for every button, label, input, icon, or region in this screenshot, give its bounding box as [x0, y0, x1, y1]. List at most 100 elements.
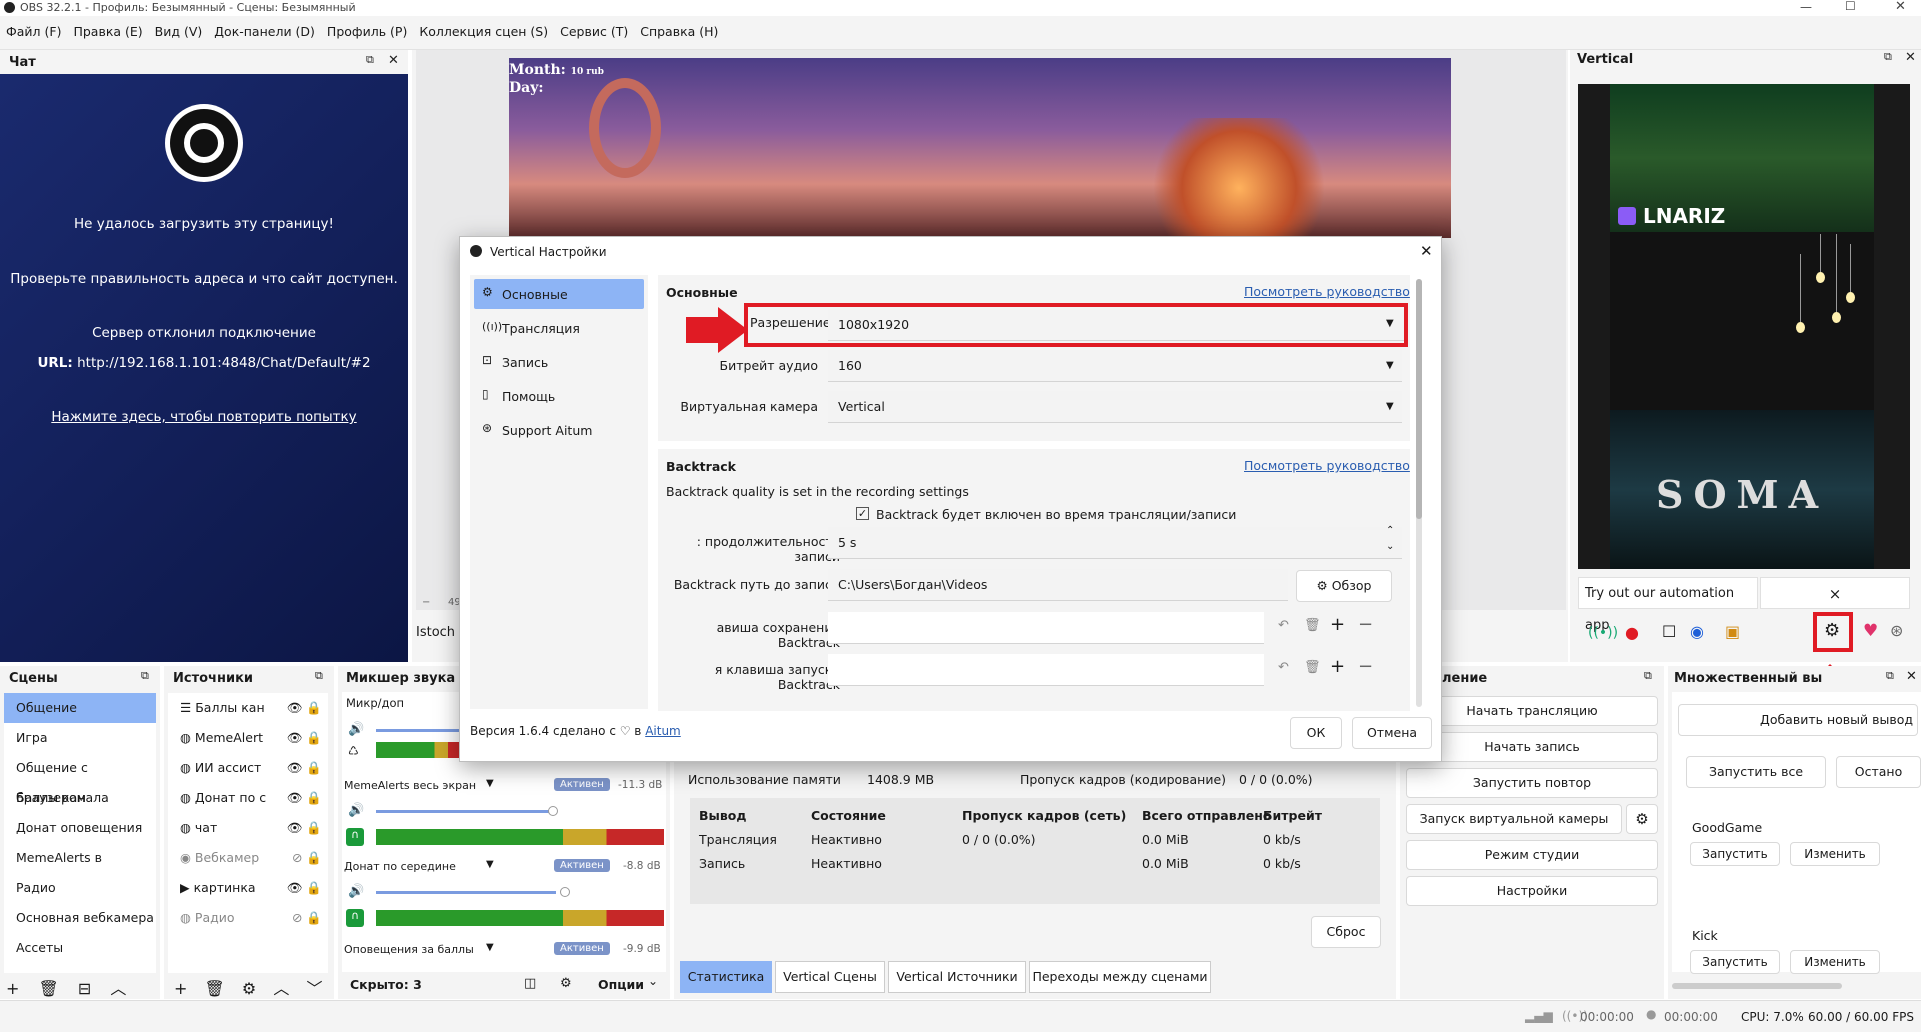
trash-icon[interactable]: 🗑 — [205, 979, 225, 998]
studio-mode-button[interactable]: Режим студии — [1406, 840, 1658, 870]
undock-icon[interactable]: ⧉ — [315, 669, 323, 683]
close-icon[interactable]: ✕ — [388, 53, 399, 68]
chevron-down-icon[interactable]: ⌄ — [648, 974, 658, 988]
nav-item-support[interactable]: ⊛ Support Aitum — [474, 415, 644, 445]
settings-button[interactable]: Настройки — [1406, 876, 1658, 906]
stop-all-button[interactable]: Остано — [1836, 756, 1921, 788]
retry-link[interactable]: Нажмите здесь, чтобы повторить попытку — [0, 409, 408, 425]
menu-scene-collection[interactable]: Коллекция сцен (S) — [413, 16, 554, 39]
eye-lock-icon[interactable]: 👁 🔒 — [287, 693, 322, 723]
stop-icon[interactable]: ☐ — [1662, 622, 1676, 641]
cancel-button[interactable]: Отмена — [1352, 717, 1432, 749]
chevron-down-icon[interactable]: ▼ — [1386, 318, 1394, 329]
maximize-icon[interactable]: ☐ — [1845, 0, 1856, 13]
undock-icon[interactable]: ⧉ — [1884, 50, 1892, 64]
chevron-down-icon[interactable]: ▼ — [486, 942, 494, 953]
remove-icon[interactable]: − — [1358, 614, 1373, 635]
volume-slider[interactable] — [376, 810, 556, 813]
menu-edit[interactable]: Правка (E) — [67, 16, 148, 39]
remove-icon[interactable]: − — [1358, 656, 1373, 677]
aitum-link[interactable]: Aitum — [645, 724, 681, 738]
scene-item[interactable]: Основная вебкамера — [4, 903, 156, 933]
start-record-button[interactable]: Начать запись — [1406, 732, 1658, 762]
service-start-button[interactable]: Запустить — [1690, 842, 1780, 866]
undo-icon[interactable]: ↶ — [1278, 618, 1289, 633]
menu-profile[interactable]: Профиль (P) — [321, 16, 413, 39]
guide-link[interactable]: Посмотреть руководство — [1244, 458, 1410, 473]
source-item[interactable]: ◍ ИИ ассист 👁 🔒 — [168, 753, 328, 783]
nav-item-help[interactable]: ▯ Помощь — [474, 381, 644, 411]
scene-item[interactable]: Общение — [4, 693, 156, 723]
headphones-icon[interactable]: ∩ — [346, 828, 364, 846]
chevron-down-icon[interactable]: ▼ — [1386, 401, 1394, 412]
source-item[interactable]: ◍ Донат по с 👁 🔒 — [168, 783, 328, 813]
add-icon[interactable]: + — [1330, 614, 1345, 635]
backtrack-checkbox[interactable]: ✓ — [856, 507, 869, 520]
chevron-down-icon[interactable]: ﹀ — [306, 979, 322, 998]
source-item[interactable]: ◍ чат 👁 🔒 — [168, 813, 328, 843]
eye-hidden-lock-icon[interactable]: ⊘ 🔒 — [292, 843, 322, 873]
scene-item[interactable]: Донат оповещения — [4, 813, 156, 843]
resolution-select[interactable]: 1080x1920 — [828, 309, 1404, 341]
save-hotkey-field[interactable] — [828, 612, 1264, 644]
scene-item[interactable]: Радио — [4, 873, 156, 903]
gear-icon[interactable]: ⚙ — [242, 979, 256, 998]
vcam-select[interactable]: Vertical — [828, 391, 1402, 423]
undo-icon[interactable]: ↶ — [1278, 660, 1289, 675]
vertical-preview[interactable]: LNARIZ SOMA — [1578, 84, 1910, 569]
scene-item[interactable]: Ассеты — [4, 933, 156, 963]
eye-hidden-lock-icon[interactable]: ⊘ 🔒 — [292, 903, 322, 933]
guide-link[interactable]: Посмотреть руководство — [1244, 284, 1410, 299]
add-icon[interactable]: + — [174, 979, 187, 998]
start-stream-button[interactable]: Начать трансляцию — [1406, 696, 1658, 726]
chevron-up-icon[interactable]: ︿ — [110, 979, 126, 998]
chevron-down-icon[interactable]: ▼ — [1386, 360, 1394, 371]
start-hotkey-field[interactable] — [828, 654, 1264, 686]
scene-item[interactable]: MemeAlerts в — [4, 843, 156, 873]
menu-tools[interactable]: Сервис (T) — [554, 16, 634, 39]
path-input[interactable]: C:\Users\Богдан\Videos — [828, 569, 1288, 601]
tab-transitions[interactable]: Переходы между сценами — [1029, 961, 1211, 993]
volume-knob[interactable] — [560, 887, 570, 897]
ad-banner[interactable]: Try out our automation app — [1578, 577, 1758, 633]
filter-icon[interactable]: ⊟ — [78, 979, 91, 998]
record-icon[interactable]: ● — [1625, 623, 1639, 642]
tab-statistics[interactable]: Статистика — [680, 961, 772, 993]
menu-docks[interactable]: Док-панели (D) — [208, 16, 321, 39]
undock-icon[interactable]: ⧉ — [1644, 669, 1652, 683]
eye-lock-icon[interactable]: 👁 🔒 — [287, 723, 322, 753]
scene-item[interactable]: Общение с браузером — [4, 753, 156, 805]
trash-icon[interactable]: 🗑 — [1304, 618, 1321, 633]
trash-icon[interactable]: 🗑 — [39, 979, 59, 998]
start-replay-button[interactable]: Запустить повтор — [1406, 768, 1658, 798]
mute-icon[interactable]: ♺ — [348, 744, 359, 758]
dialog-scrollbar[interactable] — [1416, 279, 1422, 707]
service-start-button[interactable]: Запустить — [1690, 950, 1780, 974]
source-item[interactable]: ◍ Радио ⊘ 🔒 — [168, 903, 328, 933]
tab-vertical-scenes[interactable]: Vertical Сцены — [775, 961, 885, 993]
ad-close-button[interactable]: × — [1760, 577, 1910, 609]
bitrate-select[interactable]: 160 — [828, 350, 1402, 382]
source-item[interactable]: ▶ картинка 👁 🔒 — [168, 873, 328, 903]
volume-icon[interactable]: 🔊 — [348, 803, 364, 818]
browse-button[interactable]: ⚙ Обзор — [1296, 570, 1392, 602]
chevron-down-icon[interactable]: ⌄ — [1386, 541, 1394, 552]
stream-icon[interactable]: ((•)) — [1588, 625, 1618, 641]
nav-item-record[interactable]: ⊡ Запись — [474, 347, 644, 377]
volume-slider[interactable] — [376, 729, 466, 732]
undock-icon[interactable]: ⧉ — [366, 53, 374, 67]
headphones-icon[interactable]: ∩ — [346, 909, 364, 927]
minimize-icon[interactable]: — — [1800, 0, 1812, 14]
layout-icon[interactable]: ◫ — [524, 976, 536, 991]
horizontal-scrollbar[interactable] — [1672, 983, 1842, 989]
eye-lock-icon[interactable]: 👁 🔒 — [287, 783, 322, 813]
source-item[interactable]: ◉ Вебкамер ⊘ 🔒 — [168, 843, 328, 873]
chevron-down-icon[interactable]: ▼ — [486, 778, 494, 789]
chevron-up-icon[interactable]: ⌃ — [1386, 525, 1394, 536]
aitum-icon[interactable]: ⊛ — [1890, 621, 1903, 640]
close-icon[interactable]: ✕ — [1420, 242, 1433, 260]
close-icon[interactable]: ✕ — [1895, 0, 1906, 14]
mixer-options-button[interactable]: Опции — [598, 977, 644, 992]
close-icon[interactable]: ✕ — [1905, 50, 1916, 65]
scene-item[interactable]: Игра — [4, 723, 156, 753]
